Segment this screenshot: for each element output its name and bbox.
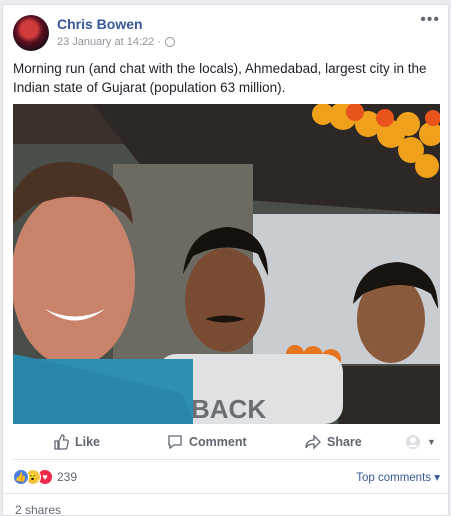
comment-sort-dropdown[interactable]: Top comments ▾ <box>356 470 440 484</box>
shares-count[interactable]: 2 shares <box>15 503 61 515</box>
globe-icon <box>164 37 175 47</box>
reaction-count[interactable]: 239 <box>57 470 77 484</box>
post-meta: 23 January at 14:22 · <box>57 36 175 48</box>
thumbs-up-icon <box>54 434 69 450</box>
audience-selector[interactable]: ▼ <box>405 434 436 450</box>
avatar-small-icon <box>406 435 420 449</box>
shirt-text: BACK <box>191 394 266 424</box>
share-icon <box>305 434 321 450</box>
like-label: Like <box>75 435 101 449</box>
post-card: Chris Bowen 23 January at 14:22 · ••• Mo… <box>2 4 449 516</box>
author-avatar[interactable] <box>13 15 49 51</box>
comment-icon <box>168 435 182 450</box>
comment-label: Comment <box>189 435 247 449</box>
post-actions-bar: Like Comment Share ▼ <box>13 425 440 460</box>
chevron-down-icon: ▼ <box>427 437 436 447</box>
post-photo[interactable]: BACK <box>13 104 440 424</box>
like-reaction-icon[interactable]: 👍 <box>13 469 29 485</box>
share-button[interactable]: Share <box>305 434 362 450</box>
divider <box>3 493 448 494</box>
comment-button[interactable]: Comment <box>167 434 247 450</box>
post-timestamp[interactable]: 23 January at 14:22 · <box>57 36 161 48</box>
share-label: Share <box>327 435 362 449</box>
like-button[interactable]: Like <box>53 434 100 450</box>
author-name[interactable]: Chris Bowen <box>57 16 143 32</box>
more-options-icon[interactable]: ••• <box>420 12 440 28</box>
reactions-row: 👍 😮 ♥ 239 Top comments ▾ <box>13 463 440 491</box>
post-text: Morning run (and chat with the locals), … <box>13 61 427 95</box>
